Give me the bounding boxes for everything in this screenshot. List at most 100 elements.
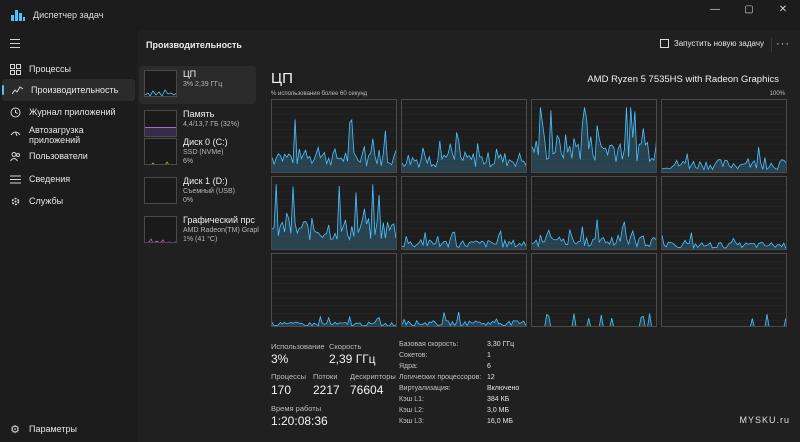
grid-icon <box>9 63 21 75</box>
divider <box>771 38 772 52</box>
device-disk-1[interactable]: Диск 1 (D:) Съемный (USB) 0% <box>139 173 256 211</box>
services-icon <box>9 195 21 207</box>
nav-item-performance[interactable]: Производительность <box>2 79 135 101</box>
page-title: Производительность <box>146 40 242 50</box>
nav-label: Параметры <box>29 424 77 434</box>
device-cpu[interactable]: ЦП 3% 2,39 ГГц <box>139 66 256 104</box>
device-name: Графический прс <box>183 215 255 225</box>
graph-axis-max: 100% <box>769 91 785 97</box>
nav-item-details[interactable]: Сведения <box>0 168 137 190</box>
device-thumbnail <box>144 216 177 243</box>
nav-label: Сведения <box>29 174 71 184</box>
nav-label: Производительность <box>31 85 119 95</box>
speed-label: Скорость <box>329 342 362 351</box>
cpu-core-graph <box>661 176 787 250</box>
history-icon <box>9 106 21 118</box>
sidebar: Процессы Производительность Журнал прило… <box>0 30 137 442</box>
run-new-task-button[interactable]: Запустить новую задачу <box>659 39 764 48</box>
cpu-core-graphs <box>271 99 787 327</box>
device-detail: 4,4/13,7 ГБ (32%) <box>183 121 240 128</box>
run-task-icon <box>659 39 669 48</box>
spec-label: Сокетов: <box>399 352 428 359</box>
details-icon <box>9 173 21 185</box>
device-usage: 1% (41 °C) <box>183 236 218 243</box>
cpu-core-graph <box>531 253 657 327</box>
minimize-button[interactable]: — <box>698 0 732 18</box>
device-name: Диск 1 (D:) <box>183 176 228 186</box>
spec-label: Логических процессоров: <box>399 374 482 381</box>
spec-value: 1 <box>487 352 491 359</box>
run-task-label: Запустить новую задачу <box>673 39 764 48</box>
device-gpu[interactable]: Графический прс AMD Radeon(TM) Grapl 1% … <box>139 212 259 250</box>
spec-value: 3,0 МБ <box>487 407 510 414</box>
device-detail: 3% 2,39 ГГц <box>183 81 223 88</box>
threads-value: 2217 <box>313 383 340 397</box>
gear-icon: ⚙ <box>10 423 20 436</box>
cpu-usage-area <box>272 119 396 172</box>
spec-value: 6 <box>487 363 491 370</box>
cpu-usage-line <box>544 313 652 326</box>
maximize-button[interactable]: ▢ <box>732 0 766 18</box>
performance-icon <box>11 84 23 96</box>
cpu-core-graph <box>271 99 397 173</box>
nav-label: Журнал приложений <box>29 107 116 117</box>
device-name: ЦП <box>183 69 197 79</box>
menu-icon[interactable] <box>10 39 20 51</box>
uptime-value: 1:20:08:36 <box>271 414 328 428</box>
cpu-core-graph <box>271 253 397 327</box>
device-detail: SSD (NVMe) <box>183 149 224 156</box>
nav-item-app-history[interactable]: Журнал приложений <box>0 101 137 123</box>
device-usage: 0% <box>183 197 194 204</box>
cpu-core-graph <box>661 99 787 173</box>
cpu-usage-area <box>662 147 786 172</box>
spec-label: Ядра: <box>399 363 418 370</box>
handles-label: Дескрипторы <box>350 372 396 381</box>
window-title: Диспетчер задач <box>33 10 104 20</box>
watermark-logo: MYSKU.ru <box>739 415 790 425</box>
task-manager-icon <box>11 9 25 21</box>
cpu-core-graph <box>271 176 397 250</box>
more-options-button[interactable]: ··· <box>776 38 790 50</box>
nav-item-processes[interactable]: Процессы <box>0 58 137 80</box>
device-name: Память <box>183 109 215 119</box>
nav-item-services[interactable]: Службы <box>0 190 137 212</box>
spec-label: Виртуализация: <box>399 385 451 392</box>
spec-value: 12 <box>487 374 495 381</box>
nav-item-settings[interactable]: ⚙ Параметры <box>0 418 137 440</box>
nav-item-users[interactable]: Пользователи <box>0 145 137 167</box>
nav-label: Процессы <box>29 64 72 74</box>
cpu-core-graph <box>661 253 787 327</box>
spec-label: Базовая скорость: <box>399 341 459 348</box>
cpu-title: ЦП <box>271 70 293 87</box>
spec-value: 3,30 ГГц <box>487 341 515 348</box>
device-detail: AMD Radeon(TM) Grapl <box>183 227 259 234</box>
handles-value: 76604 <box>350 383 384 397</box>
nav-label: Службы <box>29 196 64 206</box>
device-detail: Съемный (USB) <box>183 188 235 195</box>
cpu-core-graph <box>401 99 527 173</box>
spec-value: 384 КБ <box>487 396 510 403</box>
uptime-label: Время работы <box>271 404 322 413</box>
users-icon <box>9 150 21 162</box>
device-thumbnail <box>144 138 177 165</box>
nav-item-startup[interactable]: Автозагрузка приложений <box>0 123 137 147</box>
device-name: Диск 0 (C:) <box>183 137 228 147</box>
spec-label: Кэш L3: <box>399 418 424 425</box>
spec-label: Кэш L2: <box>399 407 424 414</box>
main-panel: Производительность Запустить новую задач… <box>137 30 800 442</box>
cpu-core-graph <box>401 176 527 250</box>
device-thumbnail <box>144 177 177 204</box>
cpu-usage-line <box>662 232 786 249</box>
device-disk-0[interactable]: Диск 0 (C:) SSD (NVMe) 6% <box>139 134 256 172</box>
startup-icon <box>9 127 21 139</box>
nav-label: Автозагрузка приложений <box>29 125 84 145</box>
device-thumbnail <box>144 110 177 137</box>
speed-value: 2,39 ГГц <box>329 352 376 366</box>
device-thumbnail <box>144 70 177 97</box>
title-bar: Диспетчер задач — ▢ ✕ <box>0 0 800 30</box>
nav-label: Пользователи <box>29 151 88 161</box>
close-button[interactable]: ✕ <box>766 0 800 18</box>
cpu-usage-area <box>272 184 396 249</box>
processes-value: 170 <box>271 383 292 397</box>
cpu-core-graph <box>531 176 657 250</box>
